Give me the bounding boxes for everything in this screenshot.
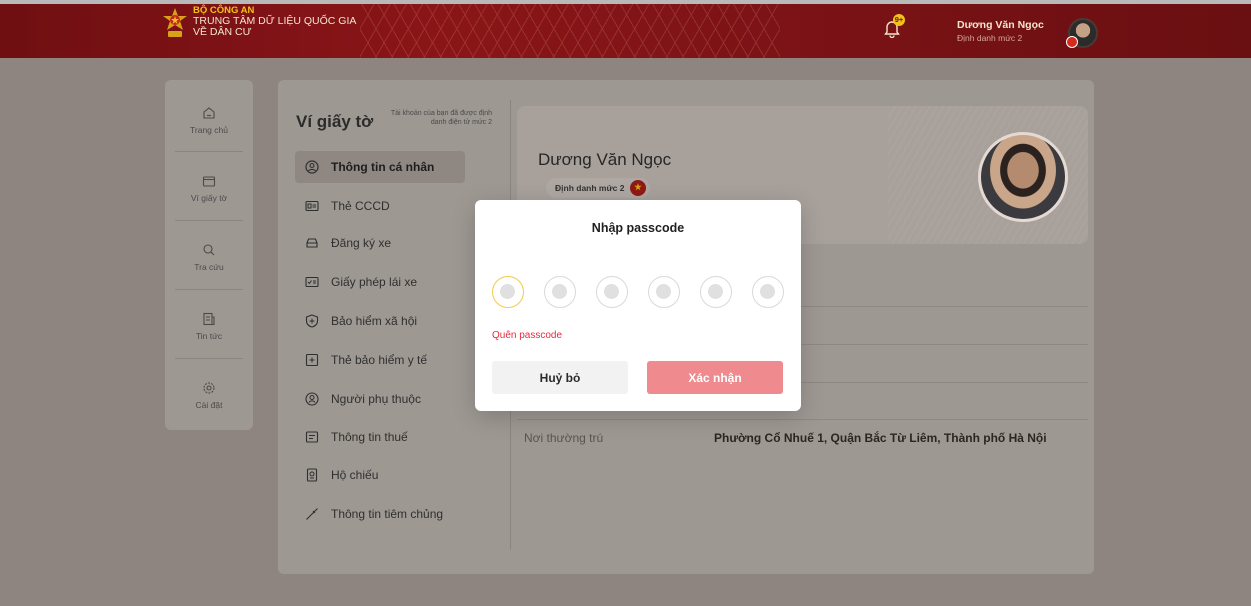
menu-item-dependents[interactable]: Người phụ thuộc xyxy=(295,383,465,415)
menu-item-label: Thẻ bảo hiểm y tế xyxy=(331,353,428,367)
medical-card-icon xyxy=(305,353,319,367)
menu-item-label: Thông tin tiêm chủng xyxy=(331,507,444,521)
avatar[interactable] xyxy=(1066,18,1098,48)
sidebar-item-label: Tra cứu xyxy=(194,262,224,272)
menu-item-label: Giấy phép lái xe xyxy=(331,275,418,289)
sidebar-item-home[interactable]: Trang chủ xyxy=(165,84,253,152)
car-icon xyxy=(306,238,318,248)
cancel-button[interactable]: Huỷ bỏ xyxy=(492,361,628,394)
flag-icon xyxy=(1066,36,1078,48)
menu-item-label: Hộ chiếu xyxy=(331,468,379,482)
passcode-digit-2[interactable] xyxy=(544,276,576,308)
sidebar: Trang chủ Ví giấy tờ Tra cứu Tin tức Cài… xyxy=(165,80,253,430)
dialog-title: Nhập passcode xyxy=(591,221,685,235)
menu-item-social-insurance[interactable]: Bảo hiểm xã hội xyxy=(295,305,465,337)
police-emblem-icon xyxy=(163,8,187,37)
wallet-icon xyxy=(202,176,216,187)
sidebar-item-label: Cài đặt xyxy=(195,400,223,410)
sidebar-item-wallet[interactable]: Ví giấy tờ xyxy=(165,152,253,220)
menu-item-vaccination[interactable]: Thông tin tiêm chủng xyxy=(295,498,465,530)
passport-icon xyxy=(306,468,318,482)
residence-label: Nơi thường trú xyxy=(524,431,604,445)
gear-icon xyxy=(203,382,215,394)
profile-photo xyxy=(978,132,1068,222)
dependent-icon xyxy=(305,392,319,406)
menu-item-passport[interactable]: Hộ chiếu xyxy=(295,459,465,491)
menu-item-personal-info[interactable]: Thông tin cá nhân xyxy=(295,151,465,183)
passcode-digit-1[interactable] xyxy=(492,276,524,308)
menu-item-label: Bảo hiểm xã hội xyxy=(331,314,418,328)
sidebar-item-settings[interactable]: Cài đặt xyxy=(165,359,253,427)
menu-item-label: Đăng ký xe xyxy=(331,236,392,250)
syringe-icon xyxy=(306,508,318,520)
passcode-digit-3[interactable] xyxy=(596,276,628,308)
brand-line-3: VỀ DÂN CƯ xyxy=(193,26,252,38)
tax-icon xyxy=(305,431,319,443)
passcode-digit-6[interactable] xyxy=(752,276,784,308)
menu-item-tax[interactable]: Thông tin thuế xyxy=(295,421,465,453)
verification-note: Tài khoản của bạn đã được định danh điện… xyxy=(390,110,492,126)
header-user-name[interactable]: Dương Văn Ngọc xyxy=(957,19,1044,31)
news-icon xyxy=(203,312,215,326)
menu-item-label: Thông tin cá nhân xyxy=(331,160,435,174)
profile-name: Dương Văn Ngọc xyxy=(538,150,672,169)
brand-text[interactable]: BỘ CÔNG AN TRUNG TÂM DỮ LIỆU QUỐC GIA VỀ… xyxy=(193,5,356,38)
home-icon xyxy=(203,107,215,119)
license-icon xyxy=(305,276,319,288)
menu-item-driver-license[interactable]: Giấy phép lái xe xyxy=(295,266,465,298)
forgot-passcode-link[interactable]: Quên passcode xyxy=(492,330,562,341)
sidebar-item-search[interactable]: Tra cứu xyxy=(165,221,253,289)
shield-plus-icon xyxy=(305,314,319,328)
menu-item-label: Thẻ CCCD xyxy=(331,199,390,213)
notification-badge: 9+ xyxy=(893,14,905,26)
sidebar-item-news[interactable]: Tin tức xyxy=(165,290,253,358)
star-icon xyxy=(630,180,646,196)
confirm-button[interactable]: Xác nhận xyxy=(647,361,783,394)
divider xyxy=(517,419,1088,420)
header-user-level: Định danh mức 2 xyxy=(957,33,1023,43)
top-header xyxy=(0,0,1251,58)
passcode-digit-4[interactable] xyxy=(648,276,680,308)
sidebar-item-label: Ví giấy tờ xyxy=(190,193,228,203)
page-title: Ví giấy tờ xyxy=(296,112,374,131)
sidebar-item-label: Tin tức xyxy=(195,331,223,341)
passcode-digit-5[interactable] xyxy=(700,276,732,308)
menu-item-label: Người phụ thuộc xyxy=(331,392,421,406)
id-card-icon xyxy=(305,200,319,212)
header-pattern xyxy=(360,4,780,58)
search-icon xyxy=(203,244,215,256)
menu-item-cccd[interactable]: Thẻ CCCD xyxy=(295,190,465,222)
menu-item-vehicle[interactable]: Đăng ký xe xyxy=(295,227,465,259)
sidebar-item-label: Trang chủ xyxy=(190,125,228,135)
menu-item-health-insurance[interactable]: Thẻ bảo hiểm y tế xyxy=(295,344,465,376)
user-circle-icon xyxy=(305,160,319,174)
residence-value: Phường Cổ Nhuế 1, Quận Bắc Từ Liêm, Thàn… xyxy=(714,431,1047,445)
passcode-dialog: Nhập passcode Quên passcode Huỷ bỏ Xác n… xyxy=(475,200,801,411)
menu-item-label: Thông tin thuế xyxy=(331,430,408,444)
